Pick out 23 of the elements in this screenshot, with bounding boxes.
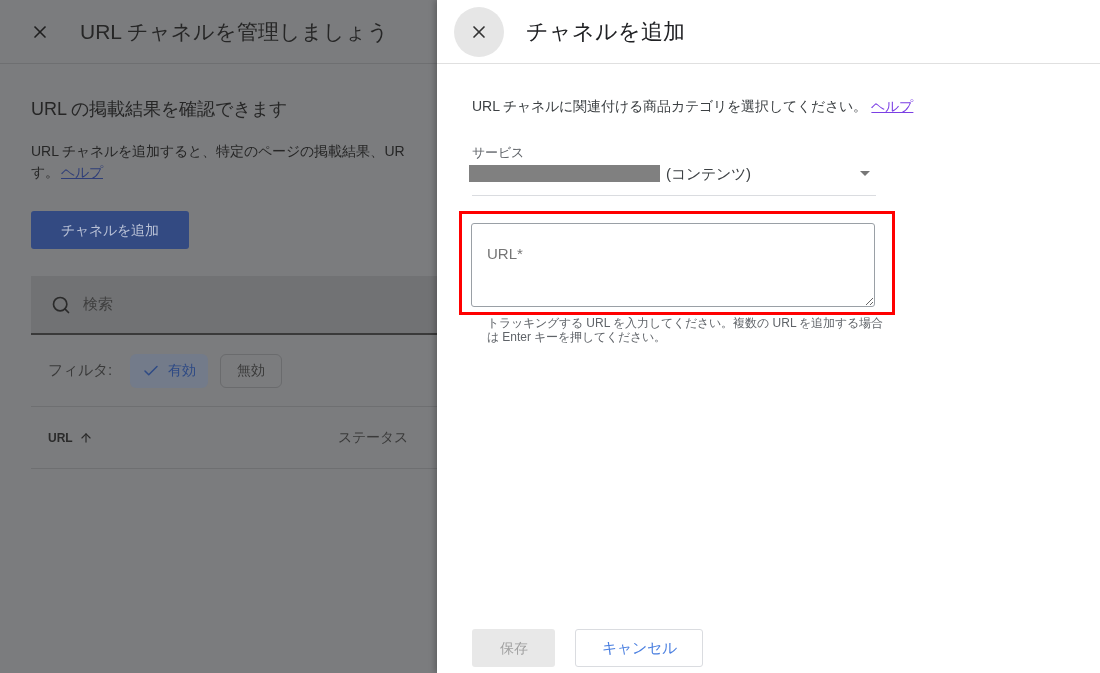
- dialog-title: チャネルを追加: [526, 18, 685, 46]
- filter-label: フィルタ:: [48, 360, 113, 381]
- service-label: サービス: [472, 144, 525, 162]
- url-input-field[interactable]: URL*: [471, 223, 875, 307]
- section-heading: URL の掲載結果を確認できます: [31, 98, 289, 121]
- filter-chip[interactable]: 有効: [130, 353, 209, 388]
- instruction-text: URL チャネルに関連付ける商品カテゴリを選択してください。: [472, 97, 868, 116]
- service-value: (コンテンツ): [666, 163, 751, 184]
- help-link[interactable]: ヘルプ: [871, 96, 914, 117]
- close-button[interactable]: [454, 6, 504, 57]
- service-dropdown[interactable]: サービス (コンテンツ): [472, 143, 876, 196]
- search-icon: [51, 294, 71, 315]
- url-hint-text: トラッキングする URL を入力してください。複数の URL を追加する場合は Enter キーを押してください。: [487, 316, 885, 344]
- page-title: URL チャネルを管理しましょう: [80, 18, 390, 45]
- column-header[interactable]: URL: [48, 428, 73, 447]
- cancel-button[interactable]: キャンセル: [575, 629, 703, 667]
- help-link[interactable]: ヘルプ: [61, 162, 103, 183]
- add-channel-button[interactable]: チャネルを追加: [31, 211, 189, 249]
- description-text: URL チャネルを追加すると、特定のページの掲載結果、UR: [31, 142, 406, 161]
- dropdown-caret-icon: [860, 171, 870, 177]
- column-header[interactable]: ステータス: [338, 427, 408, 448]
- filter-chip[interactable]: 無効: [220, 353, 283, 388]
- description-text: す。: [31, 163, 59, 182]
